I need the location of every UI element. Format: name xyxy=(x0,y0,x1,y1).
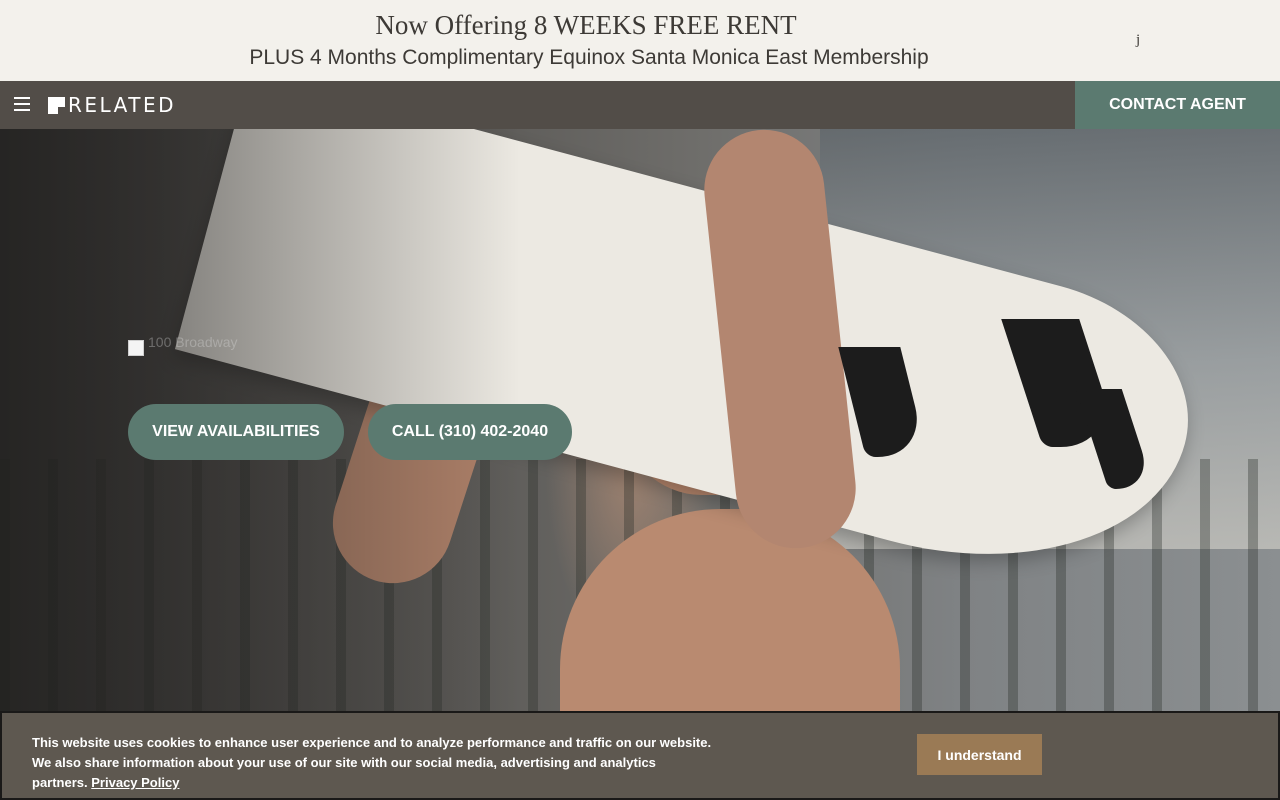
cookie-message: This website uses cookies to enhance use… xyxy=(32,733,712,793)
promo-close-icon[interactable]: j xyxy=(1136,32,1140,49)
accept-cookies-button[interactable]: I understand xyxy=(917,734,1042,775)
promo-headline: Now Offering 8 WEEKS FREE RENT xyxy=(375,10,797,40)
contact-agent-button[interactable]: CONTACT AGENT xyxy=(1075,81,1280,129)
hamburger-menu-icon[interactable] xyxy=(14,97,30,111)
privacy-policy-link[interactable]: Privacy Policy xyxy=(91,775,179,790)
promo-subline: PLUS 4 Months Complimentary Equinox Sant… xyxy=(249,46,929,69)
property-logo-image: 100 Broadway xyxy=(128,334,238,357)
related-logo[interactable]: RELATED xyxy=(48,93,177,117)
logo-mark-icon xyxy=(48,96,65,114)
top-navbar: RELATED CONTACT AGENT xyxy=(0,81,1280,129)
promo-banner: Now Offering 8 WEEKS FREE RENT PLUS 4 Mo… xyxy=(0,0,1280,81)
broken-image-icon xyxy=(128,340,144,356)
call-phone-button[interactable]: CALL (310) 402-2040 xyxy=(368,404,572,460)
cookie-banner: This website uses cookies to enhance use… xyxy=(0,711,1280,800)
property-logo-alt-text: 100 Broadway xyxy=(148,334,238,350)
view-availabilities-button[interactable]: VIEW AVAILABILITIES xyxy=(128,404,344,460)
logo-text: RELATED xyxy=(68,93,177,117)
hero-vignette xyxy=(0,129,520,800)
hero-section: 100 Broadway VIEW AVAILABILITIES CALL (3… xyxy=(0,129,1280,800)
